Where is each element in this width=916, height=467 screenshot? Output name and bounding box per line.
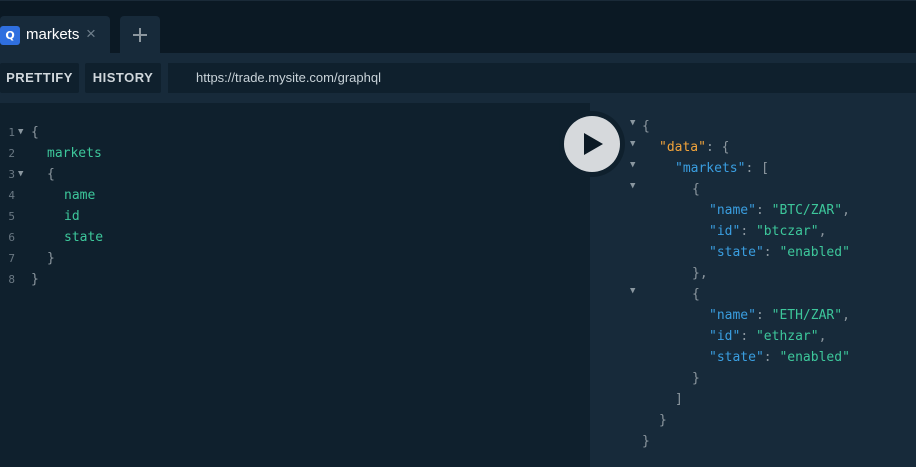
line-number: 4 xyxy=(8,189,15,202)
query-text: { xyxy=(31,125,39,140)
query-field: markets xyxy=(47,146,102,161)
query-field: state xyxy=(64,230,104,245)
fold-arrow-icon[interactable]: ▼ xyxy=(630,118,635,128)
result-line: } xyxy=(642,434,650,449)
plus-icon xyxy=(133,28,147,42)
result-line: { xyxy=(692,182,700,197)
query-text: { xyxy=(47,167,55,182)
result-line: "state": "enabled" xyxy=(709,350,850,365)
result-line: "id": "ethzar", xyxy=(709,329,827,344)
graphql-playground: Q markets × PRETTIFY HISTORY https://tra… xyxy=(0,0,916,467)
toolbar: PRETTIFY HISTORY https://trade.mysite.co… xyxy=(0,53,916,103)
line-number: 8 xyxy=(8,273,15,286)
query-field: id xyxy=(64,209,80,224)
result-line: "id": "btczar", xyxy=(709,224,827,239)
line-number: 3 xyxy=(8,168,15,181)
history-button[interactable]: HISTORY xyxy=(85,63,161,93)
tab-label: markets xyxy=(26,26,80,43)
close-icon[interactable]: × xyxy=(86,24,96,44)
json-key: "id" xyxy=(709,329,741,344)
prettify-button[interactable]: PRETTIFY xyxy=(0,63,79,93)
fold-arrow-icon[interactable]: ▼ xyxy=(630,286,635,296)
result-line: "name": "ETH/ZAR", xyxy=(709,308,850,323)
json-value: "ethzar" xyxy=(755,329,819,344)
play-icon xyxy=(584,133,603,155)
query-text: } xyxy=(31,272,39,287)
json-key: "state" xyxy=(709,350,764,365)
line-number: 1 xyxy=(8,126,15,139)
result-line: }, xyxy=(692,266,708,281)
fold-arrow-icon[interactable]: ▼ xyxy=(18,164,23,185)
fold-arrow-icon[interactable]: ▼ xyxy=(630,181,635,191)
line-number: 6 xyxy=(8,231,15,244)
json-key: "data" xyxy=(659,140,706,155)
json-value: "BTC/ZAR" xyxy=(771,203,843,218)
json-key: "id" xyxy=(709,224,741,239)
query-field: name xyxy=(64,188,96,203)
endpoint-url-input[interactable]: https://trade.mysite.com/graphql xyxy=(168,63,916,93)
line-number: 7 xyxy=(8,252,15,265)
query-editor[interactable]: 1 ▼ { 2 markets 3 ▼ { 4 name 5 id 6 stat… xyxy=(0,103,590,467)
execute-query-button[interactable] xyxy=(564,116,620,172)
query-text: } xyxy=(47,251,55,266)
query-badge-icon: Q xyxy=(0,26,20,45)
add-tab-button[interactable] xyxy=(120,16,160,54)
line-number: 2 xyxy=(8,147,15,160)
result-line: "name": "BTC/ZAR", xyxy=(709,203,850,218)
tab-bar: Q markets × xyxy=(0,0,916,54)
result-line: "data": { xyxy=(659,140,730,155)
result-line: ] xyxy=(675,392,683,407)
json-value: "ETH/ZAR" xyxy=(771,308,843,323)
result-line: } xyxy=(692,371,700,386)
json-key: "name" xyxy=(709,203,756,218)
result-line: } xyxy=(659,413,667,428)
json-value: "enabled" xyxy=(779,245,850,260)
result-line: "state": "enabled" xyxy=(709,245,850,260)
result-line: { xyxy=(692,287,700,302)
fold-arrow-icon[interactable]: ▼ xyxy=(18,122,23,143)
result-line: "markets": [ xyxy=(675,161,769,176)
json-value: "enabled" xyxy=(779,350,850,365)
tab-markets[interactable]: Q markets × xyxy=(0,16,110,54)
json-key: "name" xyxy=(709,308,756,323)
json-key: "state" xyxy=(709,245,764,260)
fold-arrow-icon[interactable]: ▼ xyxy=(630,160,635,170)
fold-arrow-icon[interactable]: ▼ xyxy=(630,139,635,149)
line-number: 5 xyxy=(8,210,15,223)
json-key: "markets" xyxy=(675,161,746,176)
result-line: { xyxy=(642,119,650,134)
json-value: "btczar" xyxy=(755,224,819,239)
